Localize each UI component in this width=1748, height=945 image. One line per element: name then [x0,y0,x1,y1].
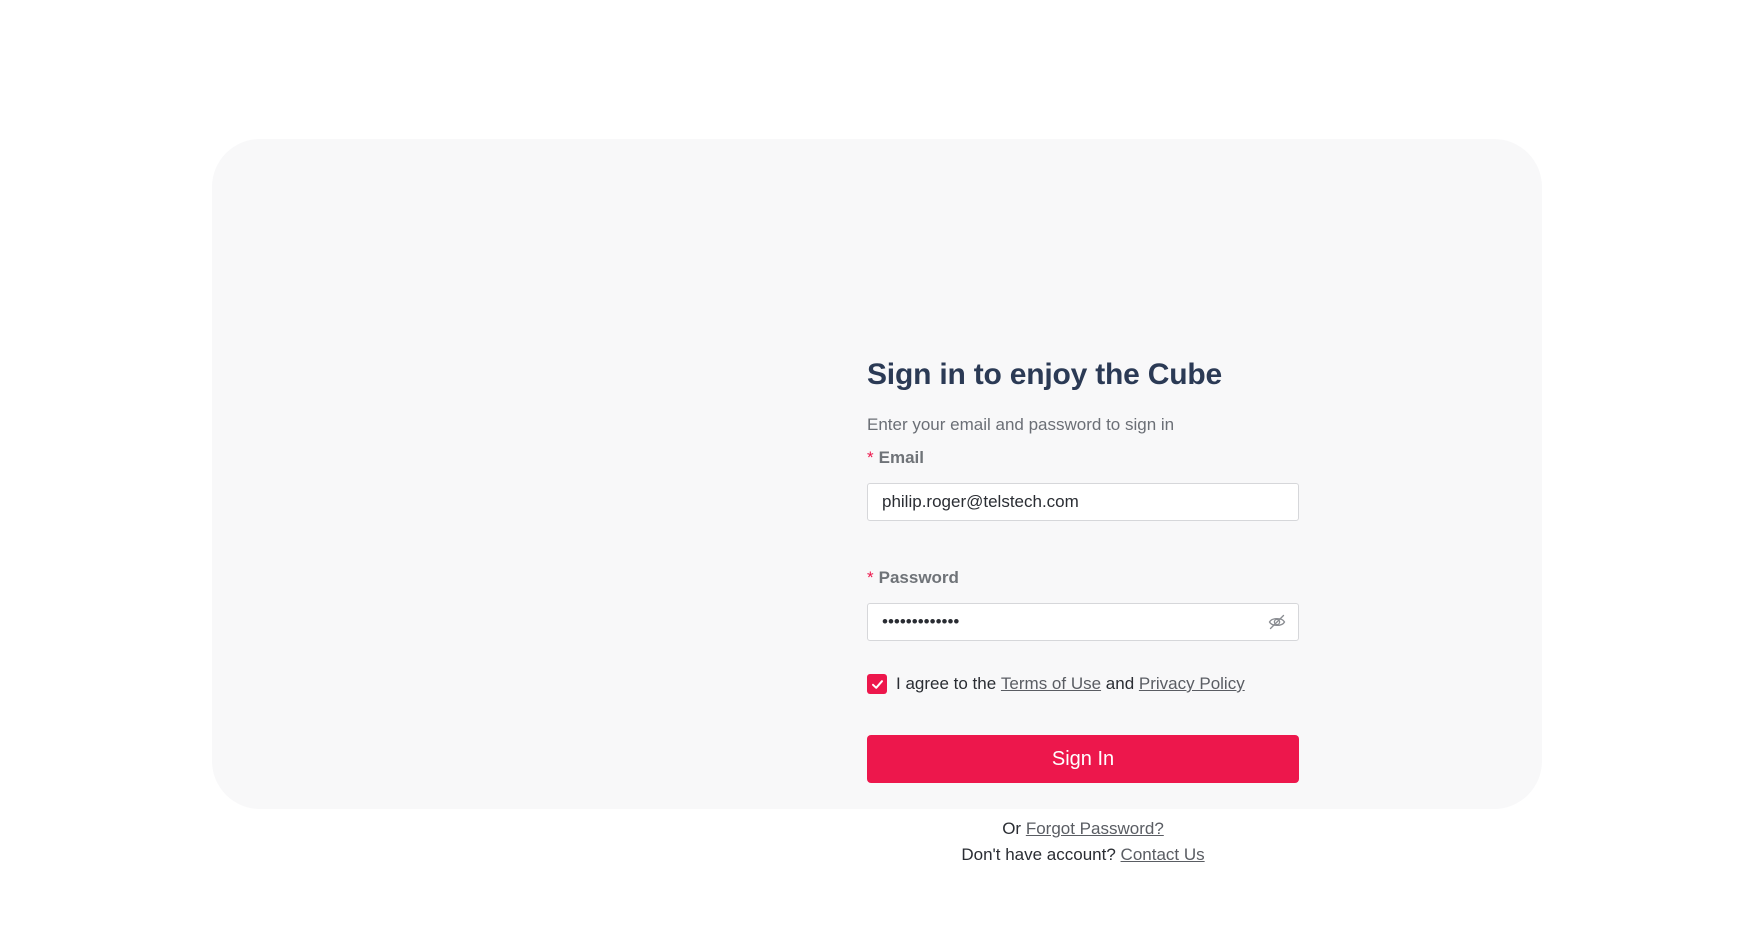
password-field-box [867,603,1299,641]
agree-conjunction: and [1105,674,1135,693]
required-mark: * [867,568,874,587]
forgot-prefix: Or [1002,819,1022,838]
email-field[interactable] [868,484,1262,519]
forgot-password-line: Or Forgot Password? [867,816,1299,842]
terms-of-use-link[interactable]: Terms of Use [1001,674,1101,694]
sign-in-form: Sign in to enjoy the Cube Enter your ema… [867,357,1299,868]
agree-prefix: I agree to the [896,674,997,693]
required-mark: * [867,448,874,467]
email-label-text: Email [878,448,924,467]
page-title: Sign in to enjoy the Cube [867,358,1223,391]
password-label-text: Password [878,568,959,587]
forgot-password-link[interactable]: Forgot Password? [1026,819,1164,838]
checkmark-icon [871,679,883,689]
auth-footer: Or Forgot Password? Don't have account? … [867,816,1299,868]
privacy-policy-link[interactable]: Privacy Policy [1139,674,1245,694]
contact-us-link[interactable]: Contact Us [1121,845,1205,864]
signup-prefix: Don't have account? [961,845,1116,864]
terms-agreement-row: I agree to the Terms of Use and Privacy … [867,674,1299,694]
contact-line: Don't have account? Contact Us [867,842,1299,868]
eye-off-icon[interactable] [1268,613,1286,631]
sign-in-card: Sign in to enjoy the Cube Enter your ema… [212,139,1542,864]
agree-checkbox[interactable] [867,674,887,694]
sign-in-button[interactable]: Sign In [867,735,1299,783]
email-label: * Email [867,448,1299,468]
password-label: * Password [867,568,1299,588]
password-field[interactable] [868,604,1262,639]
email-field-box [867,483,1299,521]
form-subtitle: Enter your email and password to sign in [867,415,1175,434]
